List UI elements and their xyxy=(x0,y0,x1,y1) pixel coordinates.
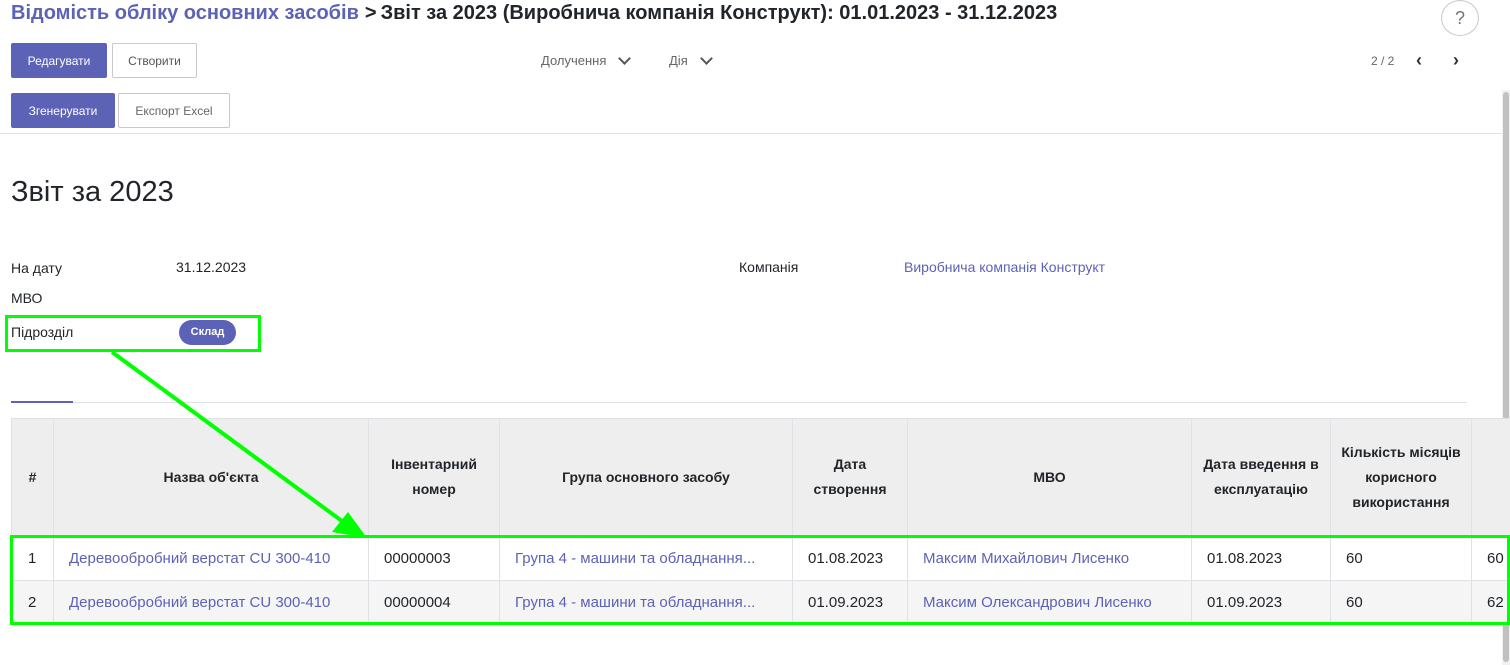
company-label: Компанія xyxy=(739,259,799,275)
column-header[interactable]: # xyxy=(11,418,54,536)
notebook-tab-active[interactable] xyxy=(11,401,73,403)
table-cell-inventory-number: 00000003 xyxy=(368,535,500,581)
column-header[interactable]: Дата створення xyxy=(792,418,908,536)
table-header-row: # Назва об'єкта Інвентарний номер Група … xyxy=(11,418,1510,536)
control-panel: Відомість обліку основних засобів > Звіт з… xyxy=(0,0,1510,134)
table-cell-commission-date: 01.09.2023 xyxy=(1191,580,1331,624)
pager-value[interactable]: 2 / 2 xyxy=(1371,54,1394,68)
date-label: На дату xyxy=(11,260,63,276)
table-row[interactable]: 2 Деревообробний верстат CU 300-410 0000… xyxy=(11,580,1510,624)
help-button[interactable]: ? xyxy=(1441,0,1479,36)
department-label: Підрозділ xyxy=(11,324,74,340)
column-header[interactable]: МВО xyxy=(907,418,1192,536)
attachments-label: Долучення xyxy=(541,53,607,68)
company-link[interactable]: Виробнича компанія Конструкт xyxy=(904,259,1105,275)
table-cell-useful-months: 60 xyxy=(1330,580,1472,624)
column-header[interactable] xyxy=(1471,418,1510,536)
attachments-dropdown[interactable]: Долучення xyxy=(541,51,632,68)
action-label: Дія xyxy=(669,53,688,68)
breadcrumb-parent-link[interactable]: Відомість обліку основних засобів xyxy=(11,2,359,24)
chevron-down-icon xyxy=(618,51,632,65)
table-cell-asset-group[interactable]: Група 4 - машини та обладнання... xyxy=(499,580,793,624)
table-row[interactable]: 1 Деревообробний верстат CU 300-410 0000… xyxy=(11,535,1510,581)
edit-button[interactable]: Редагувати xyxy=(11,43,107,78)
breadcrumb-current: Звіт за 2023 (Виробнича компанія Констру… xyxy=(380,2,1058,24)
table-cell-created-date: 01.08.2023 xyxy=(792,535,908,581)
column-header[interactable]: Дата введення в експлуатацію xyxy=(1191,418,1331,536)
pager-previous-button[interactable]: ‹ xyxy=(1416,50,1422,71)
breadcrumb: Відомість обліку основних засобів > Звіт з… xyxy=(11,2,1057,25)
table-cell-mvo[interactable]: Максим Олександрович Лисенко xyxy=(907,580,1192,624)
table-cell-created-date: 01.09.2023 xyxy=(792,580,908,624)
table-cell-commission-date: 01.08.2023 xyxy=(1191,535,1331,581)
create-button[interactable]: Створити xyxy=(112,43,197,78)
generate-button[interactable]: Згенерувати xyxy=(11,93,115,128)
column-header[interactable]: Кількість місяців корисного використання xyxy=(1330,418,1472,536)
date-value[interactable]: 31.12.2023 xyxy=(176,259,246,275)
department-tag[interactable]: Склад xyxy=(179,320,236,345)
column-header[interactable]: Група основного засобу xyxy=(499,418,793,536)
table-cell-index: 1 xyxy=(11,535,54,581)
table-cell-object-name[interactable]: Деревообробний верстат CU 300-410 xyxy=(53,535,369,581)
table-cell-object-name[interactable]: Деревообробний верстат CU 300-410 xyxy=(53,580,369,624)
table-cell-asset-group[interactable]: Група 4 - машини та обладнання... xyxy=(499,535,793,581)
page-title: Звіт за 2023 xyxy=(11,176,174,208)
action-dropdown[interactable]: Дія xyxy=(669,51,713,68)
mvo-label: МВО xyxy=(11,290,43,306)
assets-table: # Назва об'єкта Інвентарний номер Група … xyxy=(11,418,1510,624)
column-header[interactable]: Назва об'єкта xyxy=(53,418,369,536)
export-excel-button[interactable]: Експорт Excel xyxy=(118,93,230,128)
table-cell-useful-months: 60 xyxy=(1330,535,1472,581)
table-cell-index: 2 xyxy=(11,580,54,624)
breadcrumb-separator: > xyxy=(364,2,377,24)
pager-next-button[interactable]: › xyxy=(1453,50,1459,71)
table-cell-extra: 62 xyxy=(1471,580,1510,624)
chevron-down-icon xyxy=(699,51,713,65)
notebook-tabs-line xyxy=(11,402,1467,403)
table-cell-mvo[interactable]: Максим Михайлович Лисенко xyxy=(907,535,1192,581)
column-header[interactable]: Інвентарний номер xyxy=(368,418,500,536)
table-cell-extra: 60 xyxy=(1471,535,1510,581)
table-cell-inventory-number: 00000004 xyxy=(368,580,500,624)
